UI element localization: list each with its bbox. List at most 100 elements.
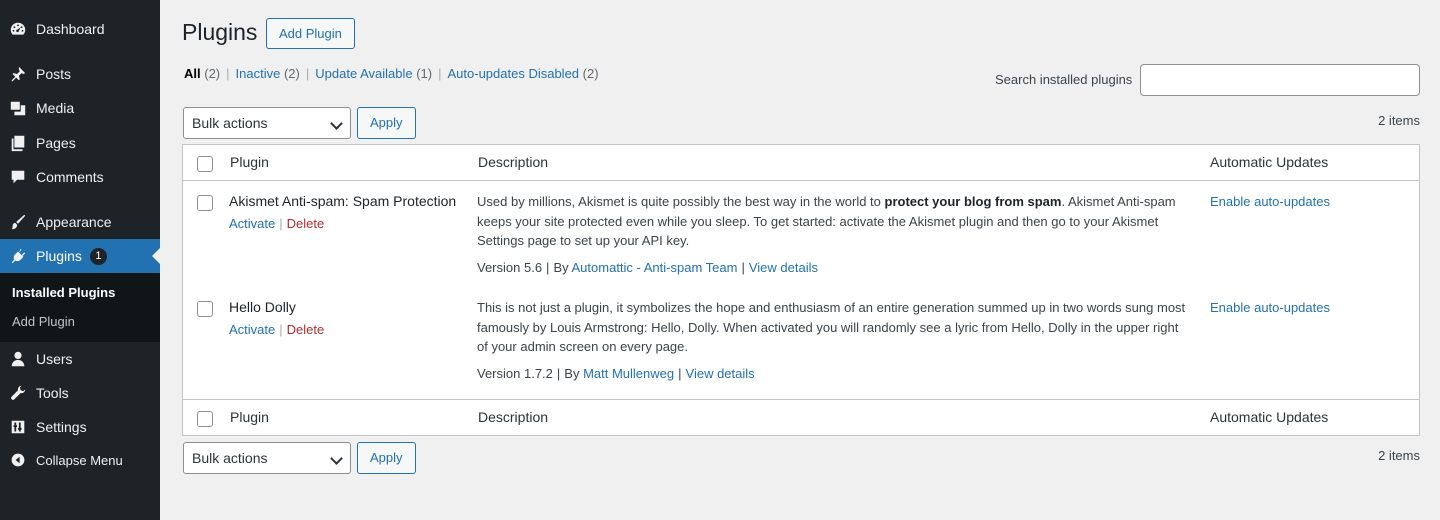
update-count-badge: 1 xyxy=(89,247,107,265)
search-input[interactable] xyxy=(1140,64,1420,96)
comment-icon xyxy=(0,160,36,194)
delete-link[interactable]: Delete xyxy=(287,322,325,337)
row-actions: Activate | Delete xyxy=(229,216,325,231)
page-title: Plugins xyxy=(182,19,258,45)
column-header-plugin: Plugin xyxy=(230,154,269,170)
select-all-checkbox-footer[interactable] xyxy=(197,411,213,427)
chevron-down-icon xyxy=(330,117,343,130)
plugin-status-filters: All (2) | Inactive (2) | Update Available (1… xyxy=(184,66,599,81)
column-footer-automatic-updates: Automatic Updates xyxy=(1210,409,1329,425)
menu-item-dashboard[interactable]: Dashboard xyxy=(0,12,160,46)
table-footer: Plugin Description Automatic Updates xyxy=(183,399,1419,435)
table-header: Plugin Description Automatic Updates xyxy=(183,145,1419,181)
select-all-checkbox[interactable] xyxy=(197,156,213,172)
filter-auto-updates-disabled[interactable]: Auto-updates Disabled xyxy=(448,66,580,81)
filter-count: (2) xyxy=(204,66,221,81)
bulk-actions-value: Bulk actions xyxy=(192,115,268,131)
column-header-automatic-updates: Automatic Updates xyxy=(1210,154,1329,170)
menu-item-tools[interactable]: Tools xyxy=(0,376,160,410)
enable-auto-updates-link[interactable]: Enable auto-updates xyxy=(1210,194,1330,209)
submenu-installed-plugins[interactable]: Installed Plugins xyxy=(12,285,115,300)
row-actions: Activate | Delete xyxy=(229,322,325,337)
plugins-table: Plugin Description Automatic Updates Aki… xyxy=(182,144,1420,436)
menu-label: Pages xyxy=(36,135,76,151)
menu-label: Settings xyxy=(36,419,87,435)
view-details-link[interactable]: View details xyxy=(749,260,818,275)
plugin-meta: Version 1.7.2 | By Matt Mullenweg | View det… xyxy=(477,366,755,381)
search-label: Search installed plugins xyxy=(995,72,1133,87)
row-checkbox[interactable] xyxy=(197,195,213,211)
bulk-actions-select-bottom[interactable]: Bulk actions xyxy=(183,442,351,474)
pages-icon xyxy=(0,126,36,160)
menu-item-comments[interactable]: Comments xyxy=(0,160,160,194)
apply-button-top[interactable]: Apply xyxy=(357,107,416,139)
sliders-icon xyxy=(0,410,36,444)
item-count-top: 2 items xyxy=(1378,113,1420,128)
admin-sidebar: Dashboard Posts Media Pages Comments App… xyxy=(0,0,160,520)
filter-count: (2) xyxy=(582,66,599,81)
dashboard-icon xyxy=(0,12,36,46)
delete-link[interactable]: Delete xyxy=(287,216,325,231)
bulk-actions-value: Bulk actions xyxy=(192,450,268,466)
menu-label: Media xyxy=(36,100,75,116)
row-checkbox[interactable] xyxy=(197,301,213,317)
column-footer-description: Description xyxy=(478,409,549,425)
filter-count: (2) xyxy=(283,66,300,81)
description-text: This is not just a plugin, it symbolizes… xyxy=(477,300,1186,354)
menu-label: Posts xyxy=(36,66,72,82)
item-count-bottom: 2 items xyxy=(1378,448,1420,463)
plugin-version: Version 5.6 xyxy=(477,260,543,275)
menu-item-users[interactable]: Users xyxy=(0,342,160,376)
activate-link[interactable]: Activate xyxy=(229,216,275,231)
table-row: Akismet Anti-spam: Spam Protection Activ… xyxy=(183,182,1419,288)
by-label: By xyxy=(553,260,569,275)
pin-icon xyxy=(0,57,36,91)
filter-count: (1) xyxy=(416,66,433,81)
enable-auto-updates-link[interactable]: Enable auto-updates xyxy=(1210,300,1330,315)
activate-link[interactable]: Activate xyxy=(229,322,275,337)
plugin-meta: Version 5.6 | By Automattic - Anti-spam Te… xyxy=(477,260,818,275)
plugin-name: Hello Dolly xyxy=(229,299,296,315)
plugin-version: Version 1.7.2 xyxy=(477,366,553,381)
filter-all[interactable]: All xyxy=(184,66,201,81)
user-icon xyxy=(0,342,36,376)
by-label: By xyxy=(564,366,580,381)
column-footer-plugin: Plugin xyxy=(230,409,269,425)
plugin-name: Akismet Anti-spam: Spam Protection xyxy=(229,193,457,209)
wrench-icon xyxy=(0,376,36,410)
menu-item-appearance[interactable]: Appearance xyxy=(0,205,160,239)
media-icon xyxy=(0,91,36,125)
submenu-add-plugin[interactable]: Add Plugin xyxy=(12,314,75,329)
chevron-down-icon xyxy=(330,452,343,465)
add-plugin-button[interactable]: Add Plugin xyxy=(266,18,355,49)
collapse-menu-button[interactable]: Collapse Menu xyxy=(0,443,160,477)
menu-label: Tools xyxy=(36,385,69,401)
brush-icon xyxy=(0,205,36,239)
plug-icon xyxy=(0,239,36,273)
menu-item-posts[interactable]: Posts xyxy=(0,57,160,91)
menu-label: Dashboard xyxy=(36,21,105,37)
menu-label: Plugins xyxy=(36,248,82,264)
bulk-actions-select-top[interactable]: Bulk actions xyxy=(183,107,351,139)
menu-label: Users xyxy=(36,351,73,367)
menu-item-media[interactable]: Media xyxy=(0,91,160,125)
menu-item-settings[interactable]: Settings xyxy=(0,410,160,444)
filter-update-available[interactable]: Update Available xyxy=(315,66,412,81)
menu-label: Appearance xyxy=(36,214,112,230)
plugins-submenu: Installed Plugins Add Plugin xyxy=(0,273,160,342)
menu-item-plugins[interactable]: Plugins 1 xyxy=(0,239,160,273)
plugin-description: Used by millions, Akismet is quite possi… xyxy=(477,192,1191,251)
author-link[interactable]: Matt Mullenweg xyxy=(583,366,674,381)
description-bold: protect your blog from spam xyxy=(884,194,1062,209)
menu-item-pages[interactable]: Pages xyxy=(0,126,160,160)
filter-inactive[interactable]: Inactive xyxy=(236,66,281,81)
menu-label: Collapse Menu xyxy=(36,452,123,468)
column-header-description: Description xyxy=(478,154,549,170)
collapse-icon xyxy=(0,443,36,477)
menu-label: Comments xyxy=(36,169,104,185)
plugin-description: This is not just a plugin, it symbolizes… xyxy=(477,298,1191,357)
apply-button-bottom[interactable]: Apply xyxy=(357,442,416,474)
description-text: Used by millions, Akismet is quite possi… xyxy=(477,194,885,209)
view-details-link[interactable]: View details xyxy=(686,366,755,381)
author-link[interactable]: Automattic - Anti-spam Team xyxy=(572,260,738,275)
